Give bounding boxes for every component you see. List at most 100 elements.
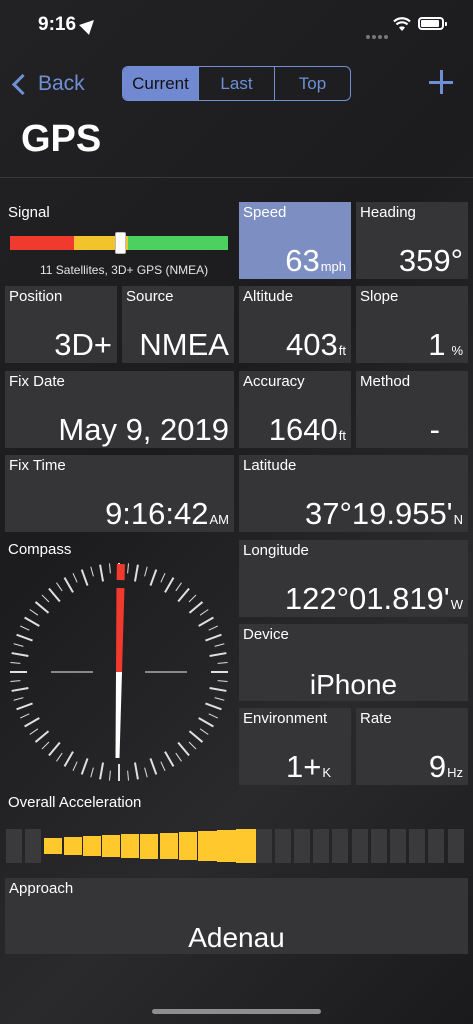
compass-tick xyxy=(11,686,29,692)
compass-tick xyxy=(214,697,225,701)
fix-date-label: Fix Date xyxy=(9,373,65,390)
compass-tick xyxy=(199,609,209,616)
source-tile[interactable]: Source NMEA xyxy=(122,286,234,363)
compass-tick xyxy=(109,770,111,781)
compass-tick xyxy=(80,569,89,586)
rate-unit: Hz xyxy=(447,765,463,780)
latitude-label: Latitude xyxy=(243,457,297,474)
slope-number: 1 xyxy=(428,327,446,362)
acceleration-segment xyxy=(351,829,368,863)
rate-tile[interactable]: Rate 9Hz xyxy=(356,708,468,785)
needle-north-half xyxy=(116,587,125,673)
acceleration-segment xyxy=(447,829,464,863)
compass-label: Compass xyxy=(8,541,72,558)
speed-tile[interactable]: Speed 63mph xyxy=(239,202,351,279)
latitude-value: 37°19.955'N xyxy=(305,496,463,532)
rate-number: 9 xyxy=(428,749,447,784)
environment-label: Environment xyxy=(243,710,328,727)
status-time: 9:16 xyxy=(38,14,77,35)
acceleration-segment xyxy=(178,831,197,861)
acceleration-segment xyxy=(25,829,42,863)
page-title: GPS xyxy=(21,118,102,160)
compass-tick xyxy=(214,643,225,647)
speed-value: 63mph xyxy=(285,243,346,279)
approach-tile[interactable]: Approach Adenau xyxy=(5,878,468,954)
altitude-tile[interactable]: Altitude 403ft xyxy=(239,286,351,363)
method-tile[interactable]: Method - xyxy=(356,371,468,448)
compass-tick xyxy=(199,728,209,735)
acceleration-segment xyxy=(140,833,159,859)
accuracy-value: 1640ft xyxy=(269,412,346,448)
position-value: 3D+ xyxy=(54,327,112,362)
compass-tick xyxy=(48,587,61,603)
segment-current[interactable]: Current xyxy=(123,67,198,100)
acceleration-segment xyxy=(255,829,272,863)
rate-label: Rate xyxy=(360,710,392,727)
latitude-unit: N xyxy=(453,512,463,527)
cellular-signal-icon xyxy=(366,26,390,44)
fix-date-value: May 9, 2019 xyxy=(58,412,229,447)
compass-tick xyxy=(217,680,228,682)
battery-icon xyxy=(418,17,447,30)
compass-tick xyxy=(13,697,24,701)
compass-tick xyxy=(72,761,78,771)
compass-tick xyxy=(164,751,175,767)
fix-time-label: Fix Time xyxy=(9,457,66,474)
compass-tick xyxy=(177,587,190,603)
compass-tick xyxy=(149,758,158,775)
acceleration-label: Overall Acceleration xyxy=(8,794,142,811)
compass-tick xyxy=(41,594,50,603)
slope-tile[interactable]: Slope 1% xyxy=(356,286,468,363)
add-icon[interactable] xyxy=(429,70,453,94)
latitude-tile[interactable]: Latitude 37°19.955'N xyxy=(239,455,468,532)
compass-tick xyxy=(160,761,166,771)
accuracy-unit: ft xyxy=(338,428,346,443)
environment-tile[interactable]: Environment 1+K xyxy=(239,708,351,785)
rate-value: 9Hz xyxy=(429,749,463,785)
compass-tick xyxy=(188,601,204,614)
speed-unit: mph xyxy=(320,259,346,274)
compass-tick xyxy=(160,573,166,583)
acceleration-segment xyxy=(102,835,120,857)
segment-top[interactable]: Top xyxy=(274,67,350,100)
source-label: Source xyxy=(126,288,174,305)
chevron-left-icon xyxy=(11,73,34,95)
compass-tick xyxy=(13,643,24,647)
acceleration-segment xyxy=(294,829,310,863)
header-divider xyxy=(0,177,473,178)
acceleration-meter xyxy=(6,829,468,864)
segmented-control: Current Last Top xyxy=(122,66,351,101)
compass-tick xyxy=(127,770,129,781)
compass-tick xyxy=(99,762,105,780)
acceleration-segment xyxy=(274,829,291,863)
fix-time-unit: AM xyxy=(209,512,230,527)
slope-label: Slope xyxy=(360,288,399,305)
device-tile[interactable]: Device iPhone xyxy=(239,624,468,701)
compass-tick xyxy=(208,625,218,631)
longitude-unit: W xyxy=(450,597,463,612)
heading-tile[interactable]: Heading 359° xyxy=(356,202,468,279)
fix-date-tile[interactable]: Fix Date May 9, 2019 xyxy=(5,371,234,448)
status-bar: 9:16 xyxy=(0,0,473,50)
position-tile[interactable]: Position 3D+ xyxy=(5,286,117,363)
compass-tick xyxy=(149,569,158,586)
home-indicator xyxy=(152,1009,321,1014)
acceleration-segment xyxy=(44,838,63,854)
satellites-text: 11 Satellites, 3D+ GPS (NMEA) xyxy=(40,263,209,277)
speed-label: Speed xyxy=(243,204,287,221)
compass-tick xyxy=(11,652,29,658)
fix-time-tile[interactable]: Fix Time 9:16:42AM xyxy=(5,455,234,532)
accuracy-tile[interactable]: Accuracy 1640ft xyxy=(239,371,351,448)
compass-tick xyxy=(34,730,50,743)
compass-tick xyxy=(63,751,74,767)
latitude-number: 37°19.955' xyxy=(304,496,453,531)
longitude-tile[interactable]: Longitude 122°01.819'W xyxy=(239,540,468,617)
compass-tick xyxy=(29,609,39,616)
compass-tick xyxy=(56,582,63,592)
method-value: - xyxy=(429,412,440,447)
compass-tick xyxy=(205,633,222,642)
acceleration-segment xyxy=(82,836,101,856)
device-label: Device xyxy=(243,626,289,643)
segment-last[interactable]: Last xyxy=(198,67,274,100)
back-button[interactable]: Back xyxy=(10,68,85,100)
